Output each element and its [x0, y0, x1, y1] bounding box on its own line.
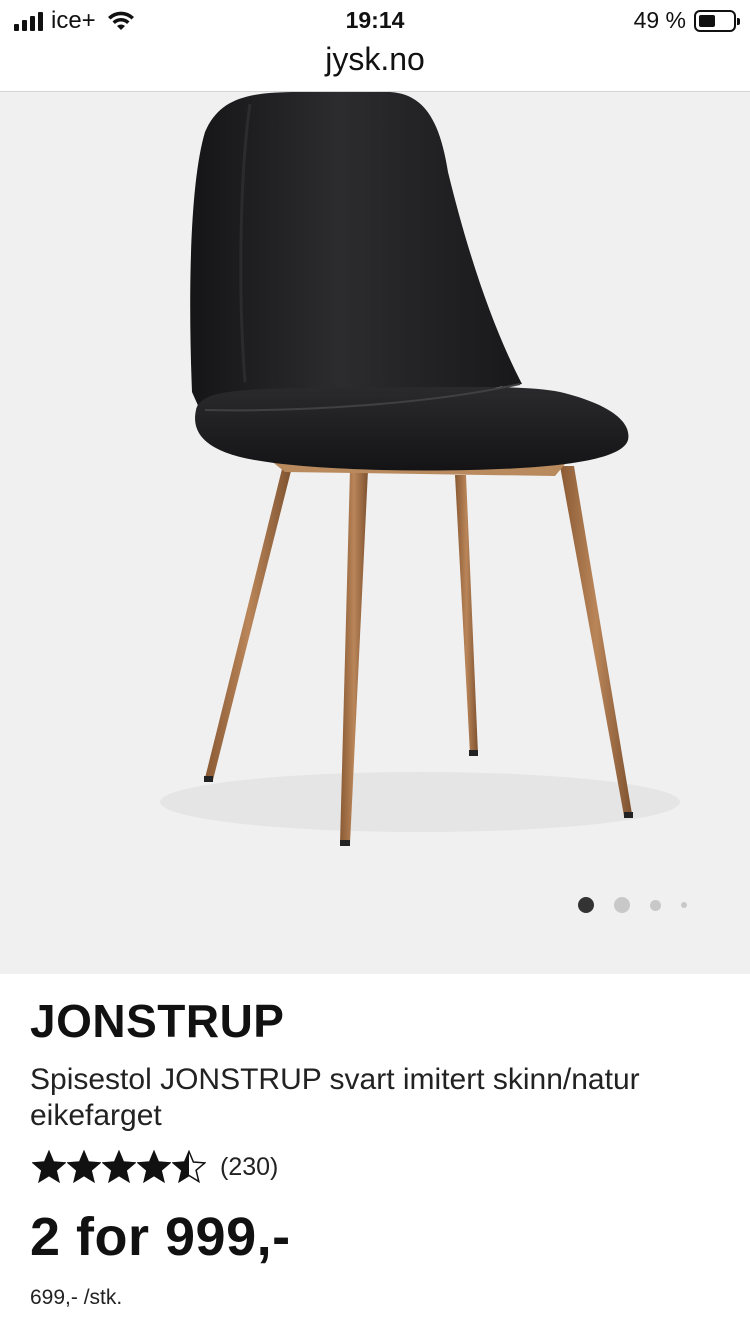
product-description: Spisestol JONSTRUP svart imitert skinn/n… [30, 1063, 640, 1132]
product-name: JONSTRUP [30, 995, 285, 1047]
star-icon [67, 1150, 101, 1184]
carousel-dot[interactable] [614, 897, 630, 913]
battery-fill [699, 14, 715, 27]
product-image-gallery[interactable] [0, 92, 750, 974]
chair-image [160, 92, 680, 846]
carousel-dot[interactable] [681, 902, 687, 908]
product-rating[interactable]: (230) [32, 1150, 278, 1184]
review-count[interactable]: (230) [220, 1153, 278, 1182]
unit-price: 699,- /stk. [30, 1286, 123, 1309]
star-icon [137, 1150, 171, 1184]
carousel-dot[interactable] [650, 899, 661, 911]
star-icon [32, 1150, 66, 1184]
carousel-dots[interactable] [578, 897, 687, 913]
rating-stars [32, 1150, 206, 1184]
product-price: 2 for 999,- [30, 1207, 291, 1267]
carousel-dot[interactable] [578, 897, 594, 913]
address-bar[interactable]: jysk.no [0, 40, 750, 92]
battery-icon [694, 9, 740, 32]
status-right: 49 % [633, 7, 740, 34]
star-icon [172, 1150, 206, 1184]
status-bar: ice+ 19:14 49 % [0, 0, 750, 40]
star-icon [102, 1150, 136, 1184]
product-info: JONSTRUP Spisestol JONSTRUP svart imiter… [0, 974, 750, 1334]
battery-percent: 49 % [633, 7, 686, 33]
